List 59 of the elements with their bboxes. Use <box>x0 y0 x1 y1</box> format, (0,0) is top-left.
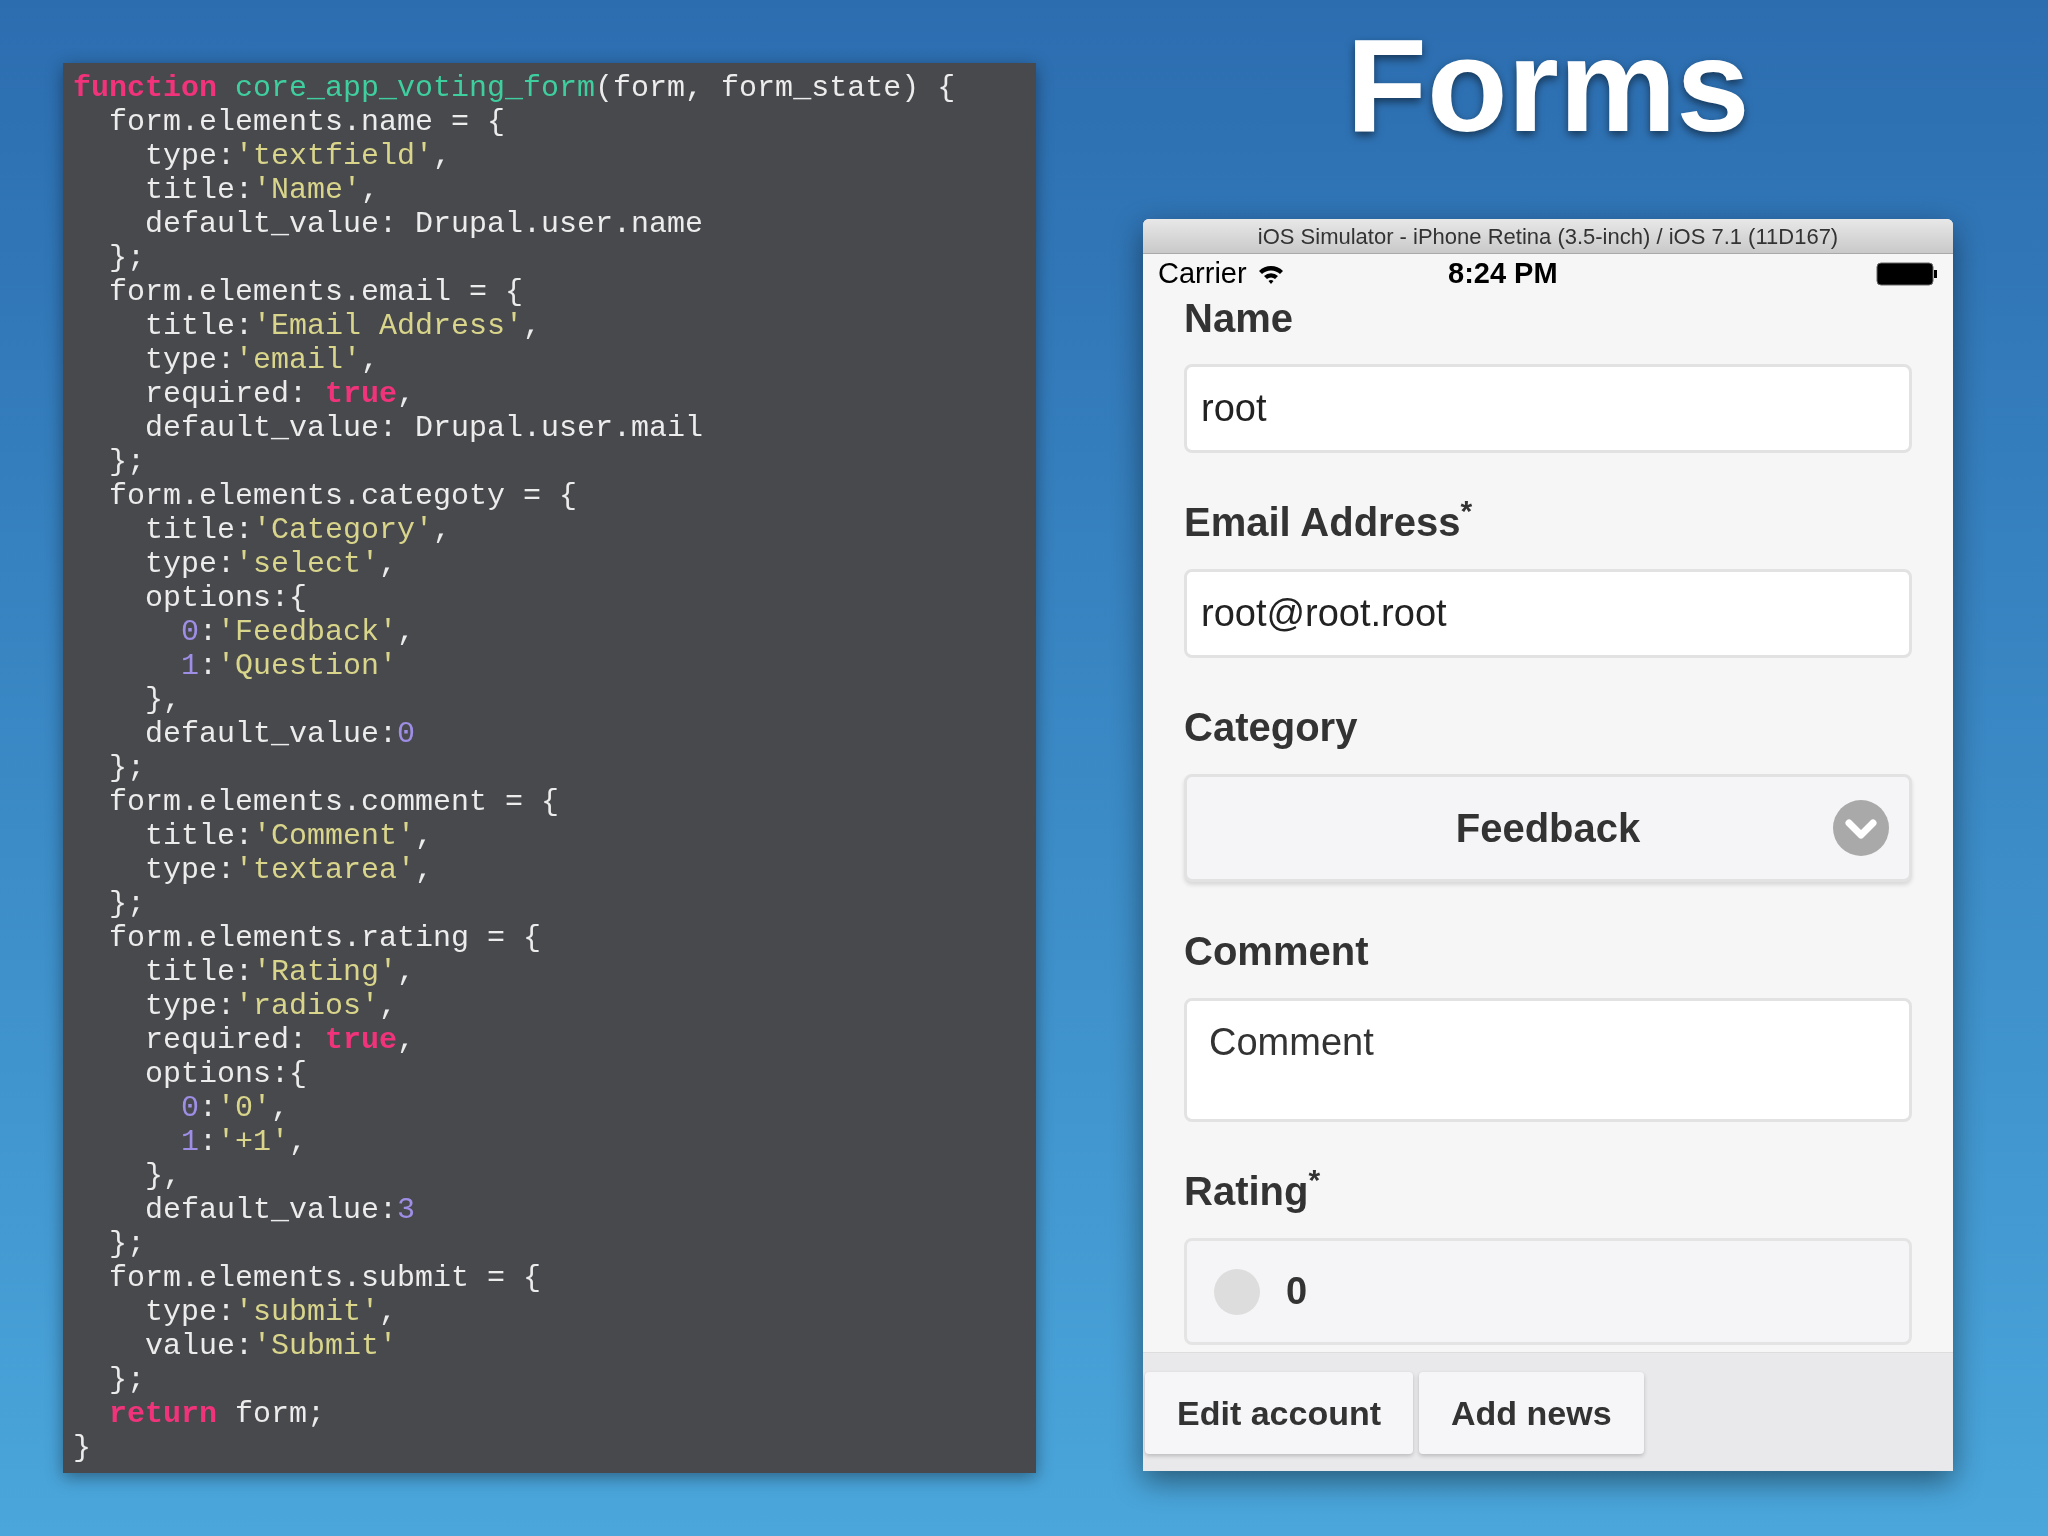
comment-textarea[interactable]: Comment <box>1184 998 1912 1122</box>
code-line: value:'Submit' <box>144 1329 398 1363</box>
code-line: form.elements.submit = { <box>108 1261 542 1295</box>
chevron-down-icon <box>1833 800 1889 856</box>
code-line: form.elements.email = { <box>108 275 524 309</box>
code-line: } <box>73 1431 91 1465</box>
code-line: }; <box>108 241 145 275</box>
code-line: title:'Category', <box>144 513 452 547</box>
code-line: default_value:0 <box>144 717 416 751</box>
code-line: return form; <box>108 1397 326 1431</box>
code-line: title:'Email Address', <box>144 309 542 343</box>
select-field[interactable]: Feedback <box>1184 774 1912 882</box>
footer-button[interactable]: Edit account <box>1145 1372 1414 1454</box>
code-line: type:'submit', <box>144 1295 398 1329</box>
text-field[interactable]: root@root.root <box>1184 569 1912 658</box>
code-line: }; <box>108 445 145 479</box>
code-line: function core_app_voting_form(form, form_state) { <box>73 71 956 105</box>
code-line: default_value: Drupal.user.mail <box>144 411 704 445</box>
code-line: form.elements.comment = { <box>108 785 560 819</box>
code-line: }; <box>108 751 145 785</box>
footer-button[interactable]: Add news <box>1419 1372 1644 1454</box>
window-title: iOS Simulator - iPhone Retina (3.5-inch) / iOS 7.1 (11D167) <box>1143 219 1953 254</box>
code-line: type:'email', <box>144 343 380 377</box>
text-field[interactable]: root <box>1184 364 1912 453</box>
code-line: form.elements.categoty = { <box>108 479 578 513</box>
code-line: 0:'Feedback', <box>180 615 416 649</box>
code-line: title:'Rating', <box>144 955 416 989</box>
code-line: default_value:3 <box>144 1193 416 1227</box>
code-line: 1:'+1', <box>180 1125 308 1159</box>
code-line: type:'textarea', <box>144 853 434 887</box>
code-line: options:{ <box>144 1057 308 1091</box>
code-line: form.elements.rating = { <box>108 921 542 955</box>
code-line: type:'textfield', <box>144 139 452 173</box>
code-line: required: true, <box>144 377 416 411</box>
code-line: default_value: Drupal.user.name <box>144 207 704 241</box>
field-label: Rating$^{*}$ <box>1184 1167 1321 1215</box>
code-line: options:{ <box>144 581 308 615</box>
slide-title: Forms <box>1346 20 1750 152</box>
code-line: }; <box>108 887 145 921</box>
code-line: }, <box>144 683 182 717</box>
code-line: required: true, <box>144 1023 416 1057</box>
field-label: Comment <box>1184 928 1369 975</box>
battery-icon <box>1876 262 1938 286</box>
clock-label: 8:24 PM <box>1448 256 1558 292</box>
radio-icon <box>1214 1268 1260 1315</box>
code-line: title:'Comment', <box>144 819 434 853</box>
code-line: }, <box>144 1159 182 1193</box>
code-line: title:'Name', <box>144 173 380 207</box>
field-label: Email Address$^{*}$ <box>1184 498 1473 546</box>
code-line: type:'radios', <box>144 989 398 1023</box>
code-line: }; <box>108 1363 145 1397</box>
code-line: form.elements.name = { <box>108 105 506 139</box>
carrier-label: Carrier <box>1158 256 1247 292</box>
code-line: 1:'Question' <box>180 649 398 683</box>
field-label: Category <box>1184 704 1358 751</box>
field-label: Name <box>1184 295 1293 342</box>
code-line: type:'select', <box>144 547 398 581</box>
code-line: }; <box>108 1227 145 1261</box>
code-line: 0:'0', <box>180 1091 290 1125</box>
